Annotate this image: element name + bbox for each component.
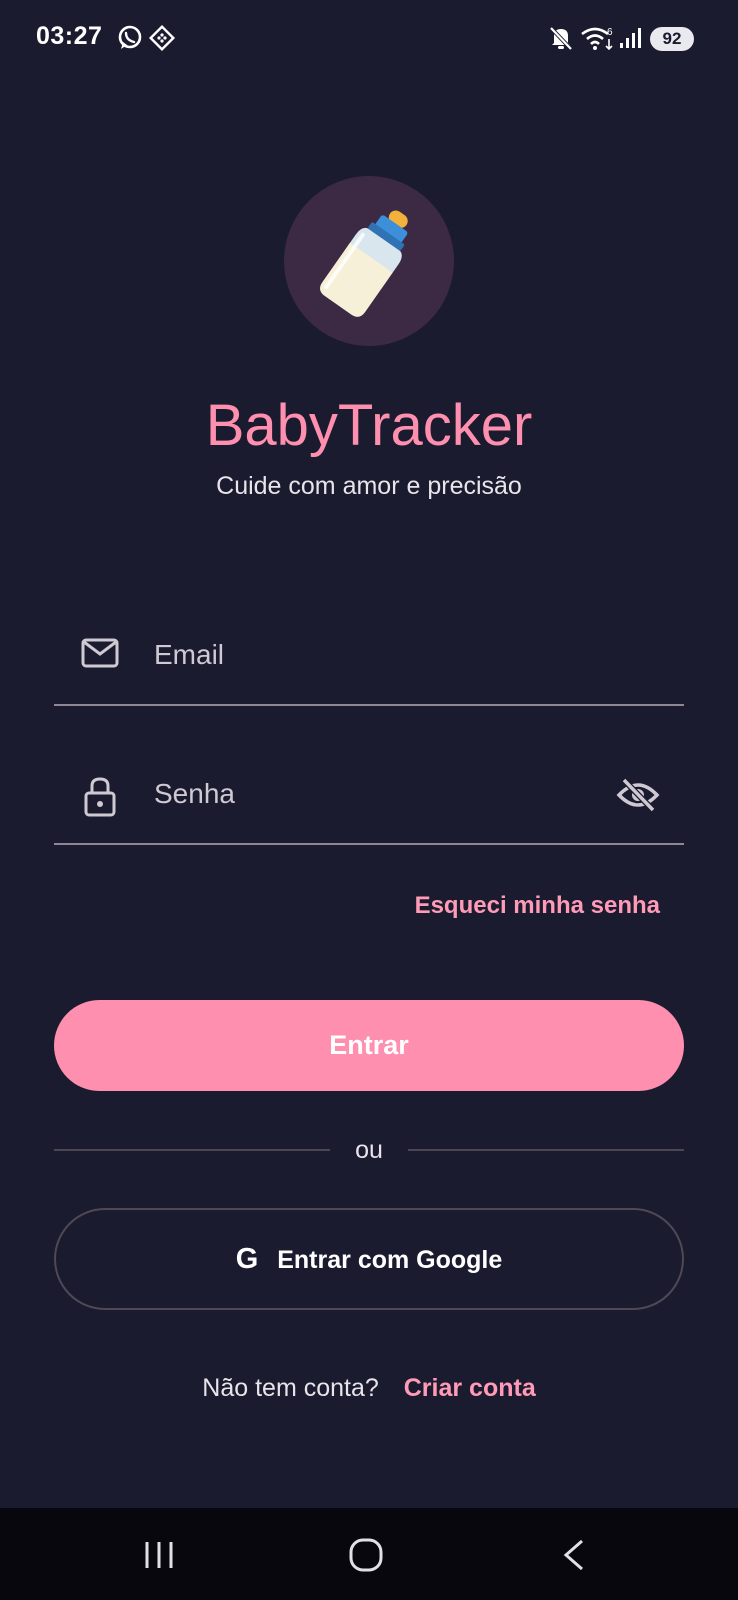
signup-row: Não tem conta? Criar conta [0, 1374, 738, 1403]
lock-icon [80, 775, 120, 822]
divider-left [54, 1149, 330, 1151]
forgot-password-link[interactable]: Esqueci minha senha [415, 892, 660, 920]
login-screen: 03:27 6 92 BabyTracker Cuide com amor e … [0, 0, 738, 1600]
app-logo [284, 176, 454, 346]
google-login-label: Entrar com Google [277, 1246, 503, 1274]
status-time: 03:27 [36, 22, 103, 50]
divider-text: ou [355, 1136, 383, 1164]
app-title: BabyTracker [205, 393, 533, 458]
wifi-icon: 6 [580, 24, 616, 57]
mute-icon [548, 24, 574, 57]
whatsapp-icon [116, 24, 144, 57]
password-field[interactable] [54, 755, 684, 845]
battery-icon: 92 [650, 27, 694, 51]
status-bar: 03:27 6 92 [0, 0, 738, 78]
google-login-button[interactable]: G Entrar com Google [54, 1208, 684, 1310]
email-input[interactable] [154, 630, 594, 680]
create-account-link[interactable]: Criar conta [404, 1374, 536, 1402]
home-icon[interactable] [348, 1538, 384, 1577]
toggle-password-visibility-icon[interactable] [616, 777, 660, 818]
baby-bottle-icon [320, 210, 408, 317]
recent-apps-icon[interactable] [142, 1538, 176, 1577]
email-field[interactable] [54, 616, 684, 706]
signal-icon [618, 24, 644, 57]
navigation-bar [0, 1508, 738, 1600]
mail-icon [80, 636, 120, 675]
svg-text:6: 6 [607, 27, 613, 38]
app-notification-icon [148, 24, 176, 57]
password-input[interactable] [154, 769, 594, 819]
back-icon[interactable] [560, 1538, 588, 1577]
divider-right [408, 1149, 684, 1151]
signup-question: Não tem conta? [202, 1374, 379, 1402]
app-subtitle: Cuide com amor e precisão [216, 472, 522, 500]
login-button[interactable]: Entrar [54, 1000, 684, 1091]
google-icon: G [235, 1243, 259, 1275]
